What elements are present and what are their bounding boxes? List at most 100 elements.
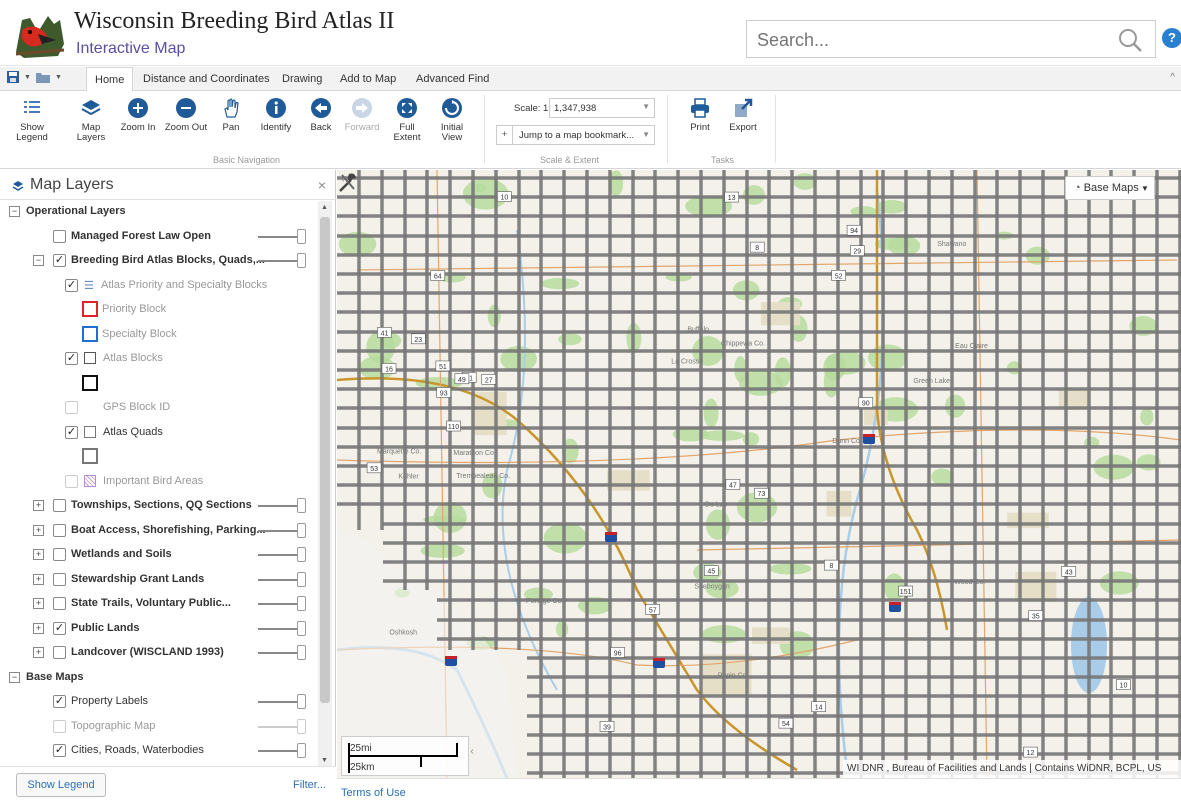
close-icon[interactable]: × [318,177,326,193]
identify-button[interactable]: Identify [256,97,296,133]
full-extent-icon [397,98,417,118]
expand-toggle-icon[interactable]: + [33,524,44,536]
map-canvas[interactable]: 8853132951451010123514169490395215141212… [337,170,1181,778]
expand-toggle-icon[interactable]: + [33,647,44,658]
save-icon[interactable] [6,70,20,84]
layer-checkbox[interactable]: ✓ [53,621,66,635]
tab-add-to-map[interactable]: Add to Map [336,71,400,87]
show-legend-button[interactable]: Show Legend [12,97,52,143]
basemap-checkbox[interactable]: ✓ [53,695,66,708]
expand-toggle-icon[interactable]: + [33,622,44,634]
bookmark-select[interactable]: + Jump to a map bookmark... ▼ [496,125,655,145]
tools-wrench-icon[interactable] [337,170,359,194]
show-legend-footer-button[interactable]: Show Legend [16,773,106,797]
scale-bar-miles: 25mi [350,743,372,754]
zoom-out-button[interactable]: Zoom Out [162,97,210,133]
place-label: Du Lac [705,502,728,509]
sublayer-checkbox[interactable]: ✓ [65,278,78,292]
filter-link[interactable]: Filter... [293,779,326,791]
search-icon[interactable] [1117,27,1143,53]
scroll-up-icon[interactable]: ▲ [321,204,328,211]
ribbon-collapse-icon[interactable]: ^ [1170,72,1175,83]
terms-of-use-link[interactable]: Terms of Use [341,787,406,799]
layer-row: + Landcover (WISCLAND 1993) [0,642,318,664]
search-box[interactable] [746,20,1156,58]
opacity-slider-handle[interactable] [297,571,306,587]
basemap-checkbox[interactable]: ✓ [53,744,66,757]
place-label: Buffalo [687,326,709,333]
identify-label: Identify [260,122,292,133]
legend-swatch [82,301,98,317]
expand-toggle-icon[interactable]: + [33,573,44,585]
expand-toggle-icon[interactable]: + [33,598,44,609]
layer-checkbox[interactable] [53,548,66,561]
initial-view-button[interactable]: Initial View [434,97,470,143]
layer-checkbox[interactable] [53,499,66,512]
export-button[interactable]: Export [726,97,760,133]
tab-distance-coordinates[interactable]: Distance and Coordinates [139,71,274,87]
sublayer-checkbox[interactable] [65,401,78,414]
open-folder-icon[interactable] [35,70,51,84]
collapse-toggle-icon[interactable]: − [9,206,20,217]
add-bookmark-icon[interactable]: + [497,126,513,144]
pan-button[interactable]: Pan [216,97,246,133]
layer-tree-scrollbar[interactable]: ▲ ▼ [318,201,332,767]
layer-checkbox[interactable] [53,646,66,659]
opacity-slider-handle[interactable] [297,620,306,636]
back-label: Back [310,122,332,133]
opacity-slider-handle[interactable] [297,596,306,611]
opacity-slider-handle[interactable] [297,498,306,513]
help-icon[interactable]: ? [1162,28,1181,48]
opacity-slider-handle[interactable] [297,694,306,709]
save-dropdown-icon[interactable]: ▼ [24,74,31,81]
back-button[interactable]: Back [306,97,336,133]
sublayer-checkbox[interactable]: ✓ [65,425,78,439]
scrollbar-thumb[interactable] [320,217,330,703]
base-maps-dropdown[interactable]: ◔ Base Maps ▼ [1065,176,1155,200]
full-extent-button[interactable]: Full Extent [390,97,424,143]
place-label: Eau Claire [955,343,988,350]
layer-checkbox[interactable] [53,597,66,610]
collapse-toggle-icon[interactable]: − [33,255,44,266]
zoom-in-button[interactable]: Zoom In [116,97,160,133]
collapse-scalebar-icon[interactable]: ‹ [465,746,479,760]
layer-checkbox[interactable] [53,229,66,243]
base-maps-label: Base Maps [1083,182,1139,194]
legend-swatch [82,325,98,342]
layer-checkbox[interactable]: ✓ [53,254,66,267]
map-layers-button[interactable]: Map Layers [76,97,106,143]
opacity-slider-handle[interactable] [297,743,306,758]
opacity-slider-handle[interactable] [297,547,306,562]
opacity-slider-handle[interactable] [297,228,306,244]
show-legend-label: Show Legend [16,122,48,143]
layers-icon [12,181,24,191]
opacity-slider-handle[interactable] [297,645,306,660]
route-shield-label: 57 [649,607,657,614]
print-button[interactable]: Print [684,97,716,133]
sublayer-checkbox[interactable] [65,474,78,488]
layer-checkbox[interactable] [53,523,66,537]
tab-drawing[interactable]: Drawing [278,71,326,87]
search-input[interactable] [757,29,1097,51]
scale-bar-km: 25km [350,762,375,773]
export-label: Export [729,122,757,133]
layer-checkbox[interactable] [53,572,66,586]
collapse-toggle-icon[interactable]: − [9,671,20,683]
scale-select[interactable]: 1,347,938 ▼ [549,98,655,118]
route-shield-label: 41 [381,330,389,337]
open-dropdown-icon[interactable]: ▼ [55,74,62,81]
tab-home[interactable]: Home [86,67,134,92]
expand-toggle-icon[interactable]: + [33,500,44,511]
basemap-checkbox[interactable] [53,719,66,733]
opacity-slider-handle[interactable] [297,718,306,734]
route-shield-label: 64 [434,274,442,281]
opacity-slider-handle[interactable] [297,522,306,538]
scroll-down-icon[interactable]: ▼ [321,757,328,764]
forward-button[interactable]: Forward [342,97,382,133]
opacity-slider-handle[interactable] [297,253,306,268]
expand-toggle-icon[interactable]: + [33,549,44,560]
map-view[interactable]: 8853132951451010123514169490395215141212… [337,170,1181,778]
basic-navigation-group-label: Basic Navigation [213,155,281,165]
tab-advanced-find[interactable]: Advanced Find [412,71,493,87]
sublayer-checkbox[interactable]: ✓ [65,352,78,365]
